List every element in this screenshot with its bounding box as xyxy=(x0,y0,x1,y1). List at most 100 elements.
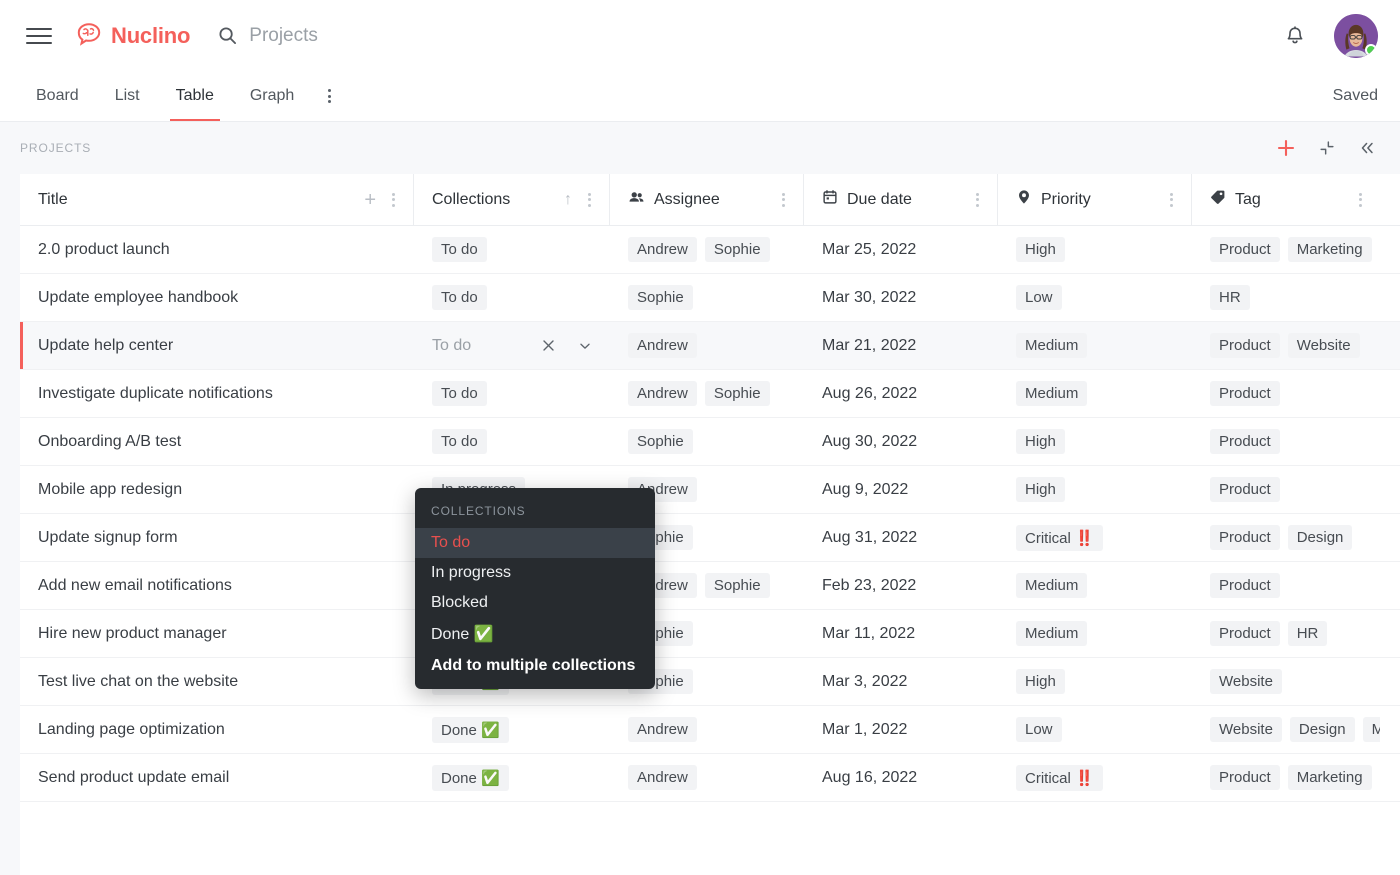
assignee-chip[interactable]: Andrew xyxy=(628,765,697,790)
cell-title[interactable]: Update help center xyxy=(20,322,414,369)
cell-priority[interactable]: High xyxy=(998,418,1192,465)
tag-chip[interactable]: Website xyxy=(1210,717,1282,742)
table-row[interactable]: Update employee handbook To do Sophie Mar 3… xyxy=(20,274,1400,322)
table-row[interactable]: Landing page optimization Done ✅ Andrew Mar… xyxy=(20,706,1400,754)
column-menu-icon[interactable] xyxy=(1170,192,1173,207)
tag-chip[interactable]: Product xyxy=(1210,333,1280,358)
priority-chip[interactable]: Low xyxy=(1016,285,1062,310)
cell-tag[interactable]: Product xyxy=(1192,370,1380,417)
hamburger-menu-icon[interactable] xyxy=(26,23,52,49)
tag-chip[interactable]: Marketing xyxy=(1287,237,1372,262)
cell-due-date[interactable]: Aug 16, 2022 xyxy=(804,754,998,801)
add-column-icon[interactable]: + xyxy=(364,190,376,210)
cell-tag[interactable]: Product HR xyxy=(1192,610,1380,657)
tag-chip[interactable]: Product xyxy=(1210,429,1280,454)
cell-collections[interactable]: To do xyxy=(414,370,610,417)
cell-title[interactable]: Update employee handbook xyxy=(20,274,414,321)
table-row[interactable]: Mobile app redesignIn progressAndrewAug … xyxy=(20,466,1400,514)
cell-priority[interactable]: Medium xyxy=(998,610,1192,657)
column-menu-icon[interactable] xyxy=(1359,192,1362,207)
collapse-arrows-icon[interactable] xyxy=(1318,139,1336,157)
cell-assignee[interactable]: Andrew xyxy=(610,754,804,801)
search-bar[interactable]: Projects xyxy=(218,25,1284,47)
priority-chip[interactable]: Low xyxy=(1016,717,1062,742)
cell-priority[interactable]: High xyxy=(998,226,1192,273)
cell-collections[interactable]: To do xyxy=(414,418,610,465)
breadcrumb[interactable]: PROJECTS xyxy=(20,141,91,155)
collection-chip[interactable]: Done ✅ xyxy=(432,716,509,743)
cell-due-date[interactable]: Mar 11, 2022 xyxy=(804,610,998,657)
cell-collections[interactable]: To do xyxy=(414,274,610,321)
tag-chip[interactable]: Product xyxy=(1210,765,1280,790)
column-header-collections[interactable]: Collections ↑ xyxy=(414,174,610,225)
collection-chip[interactable]: To do xyxy=(432,285,487,310)
cell-tag[interactable]: Product Design xyxy=(1192,514,1380,561)
tag-chip[interactable]: Marketing xyxy=(1287,765,1372,790)
cell-due-date[interactable]: Mar 21, 2022 xyxy=(804,322,998,369)
cell-priority[interactable]: High xyxy=(998,658,1192,705)
cell-due-date[interactable]: Feb 23, 2022 xyxy=(804,562,998,609)
cell-due-date[interactable]: Aug 26, 2022 xyxy=(804,370,998,417)
table-row[interactable]: Update signup formIn progressSophieAug 3… xyxy=(20,514,1400,562)
cell-title[interactable]: Investigate duplicate notifications xyxy=(20,370,414,417)
cell-due-date[interactable]: Mar 25, 2022 xyxy=(804,226,998,273)
cell-assignee[interactable]: Andrew Sophie xyxy=(610,370,804,417)
tag-chip[interactable]: Product xyxy=(1210,381,1280,406)
tab-board[interactable]: Board xyxy=(26,71,97,121)
table-row[interactable]: Investigate duplicate notifications To do… xyxy=(20,370,1400,418)
cell-tag[interactable]: HR xyxy=(1192,274,1380,321)
priority-chip[interactable]: Critical ‼️ xyxy=(1016,764,1103,791)
tag-chip[interactable]: HR xyxy=(1210,285,1250,310)
cell-title[interactable]: Hire new product manager xyxy=(20,610,414,657)
cell-priority[interactable]: Medium xyxy=(998,322,1192,369)
tag-chip[interactable]: Product xyxy=(1210,525,1280,550)
cell-title[interactable]: Landing page optimization xyxy=(20,706,414,753)
cell-due-date[interactable]: Aug 9, 2022 xyxy=(804,466,998,513)
tag-chip[interactable]: Website xyxy=(1287,333,1360,358)
collections-editor[interactable]: To do xyxy=(432,337,592,355)
column-header-title[interactable]: Title + xyxy=(20,174,414,225)
cell-priority[interactable]: Critical ‼️ xyxy=(998,754,1192,801)
tabs-more-icon[interactable] xyxy=(312,71,346,121)
chevron-down-icon[interactable] xyxy=(578,339,592,353)
cell-priority[interactable]: Critical ‼️ xyxy=(998,514,1192,561)
cell-title[interactable]: Send product update email xyxy=(20,754,414,801)
cell-assignee[interactable]: Andrew xyxy=(610,322,804,369)
cell-collections[interactable]: Done ✅ xyxy=(414,706,610,753)
assignee-chip[interactable]: Andrew xyxy=(628,333,697,358)
tag-chip[interactable]: Website xyxy=(1210,669,1282,694)
table-row[interactable]: Hire new product managerBlockedSophieMar… xyxy=(20,610,1400,658)
cell-assignee[interactable]: Andrew Sophie xyxy=(610,226,804,273)
priority-chip[interactable]: Medium xyxy=(1016,333,1088,358)
tag-chip[interactable]: Product xyxy=(1210,621,1280,646)
table-row[interactable]: Send product update email Done ✅ Andrew Aug… xyxy=(20,754,1400,802)
cell-tag[interactable]: Product Marketing xyxy=(1192,226,1380,273)
cell-priority[interactable]: Low xyxy=(998,706,1192,753)
priority-chip[interactable]: Medium xyxy=(1016,573,1088,598)
cell-tag[interactable]: Product Website xyxy=(1192,322,1380,369)
cell-due-date[interactable]: Aug 31, 2022 xyxy=(804,514,998,561)
cell-title[interactable]: Add new email notifications xyxy=(20,562,414,609)
cell-tag[interactable]: Product Marketing xyxy=(1192,754,1380,801)
column-menu-icon[interactable] xyxy=(588,192,591,207)
table-row[interactable]: Test live chat on the websiteDone ✅Sophi… xyxy=(20,658,1400,706)
cell-tag[interactable]: Website xyxy=(1192,658,1380,705)
assignee-chip[interactable]: Sophie xyxy=(704,573,770,598)
cell-title[interactable]: Update signup form xyxy=(20,514,414,561)
collection-chip[interactable]: Done ✅ xyxy=(432,764,509,791)
cell-priority[interactable]: Medium xyxy=(998,562,1192,609)
tag-chip[interactable]: Product xyxy=(1210,237,1280,262)
tag-chip[interactable]: HR xyxy=(1287,621,1328,646)
assignee-chip[interactable]: Sophie xyxy=(628,429,693,454)
tab-table[interactable]: Table xyxy=(158,71,232,121)
column-menu-icon[interactable] xyxy=(976,192,979,207)
tag-chip[interactable]: Design xyxy=(1287,525,1353,550)
cell-title[interactable]: Onboarding A/B test xyxy=(20,418,414,465)
tag-chip[interactable]: Product xyxy=(1210,573,1280,598)
user-avatar[interactable] xyxy=(1334,13,1378,58)
priority-chip[interactable]: Medium xyxy=(1016,381,1088,406)
column-header-tag[interactable]: Tag xyxy=(1192,174,1380,225)
priority-chip[interactable]: High xyxy=(1016,429,1065,454)
cell-tag[interactable]: Product xyxy=(1192,418,1380,465)
close-icon[interactable] xyxy=(541,338,556,353)
